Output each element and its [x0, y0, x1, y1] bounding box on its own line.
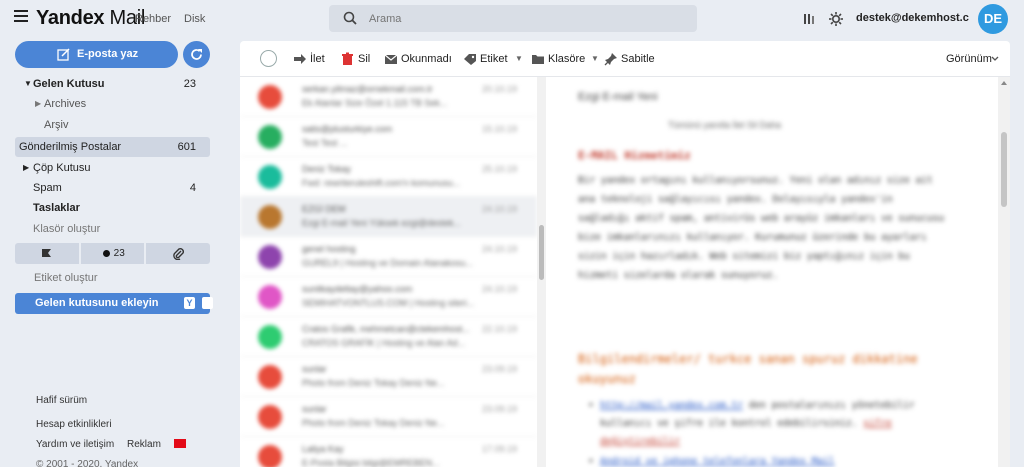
outlook-icon — [202, 297, 213, 309]
gear-icon[interactable] — [828, 11, 844, 27]
chevron-down-icon: ▼ — [515, 54, 523, 63]
sender-avatar — [258, 285, 282, 309]
ads-link[interactable]: Reklam — [127, 439, 161, 450]
nav-disk-link[interactable]: Disk — [184, 13, 205, 25]
flag-icon — [42, 249, 51, 257]
pin-icon — [604, 53, 617, 66]
apps-icon[interactable] — [801, 11, 817, 27]
help-link[interactable]: Yardım ve iletişim — [36, 439, 114, 450]
message-reader: Ezgi E-mail Yeni Tümünü yanıtla İlet Sil… — [558, 77, 998, 467]
chevron-down-icon — [991, 56, 999, 61]
compose-button[interactable]: E-posta yaz — [15, 41, 178, 68]
message-row[interactable]: genel hosting GUREL9 | Hosting ve Domain… — [240, 237, 537, 277]
folder-icon — [532, 55, 544, 64]
message-list: serkan.yilmaz@ornekmail.com.tr Ek Alanla… — [240, 77, 537, 467]
folder-drafts[interactable]: Taslaklar — [15, 198, 210, 218]
mail-toolbar: İlet Sil Okunmadı Etiket ▼ Klasöre ▼ Sab… — [240, 41, 1010, 77]
filter-attachments-button[interactable] — [146, 243, 211, 264]
message-list-item: • Android ve iphone telefonlara Yandex M… — [588, 456, 835, 467]
message-list-item: • http://mail.yandex.com.tr den postalar… — [588, 400, 915, 447]
chevron-down-icon: ▼ — [591, 54, 599, 63]
message-row[interactable]: sunlar Photo from Deniz Tokay Deniz Ne..… — [240, 357, 537, 397]
message-actions[interactable]: Tümünü yanıtla İlet Sil Daha — [668, 120, 781, 130]
account-activity-link[interactable]: Hesap etkinlikleri — [36, 419, 112, 430]
scroll-up-icon[interactable] — [1001, 81, 1007, 85]
nav-contacts-link[interactable]: Rehber — [135, 13, 171, 25]
webmail-link[interactable]: http://mail.yandex.com.tr — [600, 400, 743, 411]
compose-label: E-posta yaz — [77, 48, 139, 60]
filter-unread-button[interactable]: 23 — [80, 243, 145, 264]
folder-sent[interactable]: Gönderilmiş Postalar 601 — [15, 137, 210, 157]
folder-trash[interactable]: ▶ Çöp Kutusu — [15, 158, 210, 178]
refresh-button[interactable] — [183, 41, 210, 68]
scrollbar-thumb[interactable] — [539, 225, 544, 280]
envelope-icon — [384, 54, 398, 64]
sender-avatar — [258, 245, 282, 269]
copyright: © 2001 - 2020, Yandex — [36, 459, 139, 467]
collapse-arrow-icon[interactable]: ▼ — [24, 79, 32, 88]
create-folder-link[interactable]: Klasör oluştur — [15, 219, 210, 239]
compose-icon — [57, 48, 70, 61]
user-email[interactable]: destek@dekemhost.c — [856, 12, 969, 24]
folder-spam[interactable]: Spam 4 — [15, 178, 210, 198]
message-paragraph: Bir yandex ortagını kullanıyorsunuz. Yen… — [578, 175, 945, 281]
mobile-apps-link[interactable]: Android ve iphone telefonlara Yandex Mai… — [600, 456, 835, 467]
message-row-selected[interactable]: EZGİ DEM Ezgi E-mail Yeni Yüksek ezgi@de… — [240, 197, 537, 237]
expand-arrow-icon[interactable]: ▶ — [23, 163, 29, 172]
message-row[interactable]: satis@plusturkiye.com Test Test ... 15.1… — [240, 117, 537, 157]
yandex-icon: Y — [184, 297, 195, 309]
mail-panel: İlet Sil Okunmadı Etiket ▼ Klasöre ▼ Sab… — [240, 41, 1010, 467]
filter-important-button[interactable] — [15, 243, 79, 264]
reader-scrollbar[interactable] — [998, 77, 1010, 467]
message-row[interactable]: sunlar Photo from Deniz Tokay Deniz Ne..… — [240, 397, 537, 437]
turkey-flag-icon[interactable] — [174, 439, 186, 448]
light-version-link[interactable]: Hafif sürüm — [36, 395, 87, 406]
unread-dot-icon — [102, 250, 110, 257]
folder-archive[interactable]: Arşiv — [15, 115, 210, 135]
sender-avatar — [258, 405, 282, 429]
forward-arrow-icon — [294, 54, 306, 64]
message-row[interactable]: sunitkaydeltay@yahoo.com SEMIHATVONTLUS.… — [240, 277, 537, 317]
search-box[interactable] — [329, 5, 697, 32]
search-input[interactable] — [369, 9, 679, 29]
message-row[interactable]: Laliya Kay E-Posta Bilgisi bilgi@EMREBEN… — [240, 437, 537, 467]
message-list-scrollbar[interactable] — [537, 77, 546, 467]
sender-avatar — [258, 325, 282, 349]
message-subject: Ezgi E-mail Yeni — [578, 91, 658, 103]
message-row[interactable]: Cratos Grafik, mehmetcan@ctekemhost... C… — [240, 317, 537, 357]
create-label-link[interactable]: Etiket oluştur — [34, 272, 98, 284]
message-heading: E-MAIL Hizmetimiz — [578, 149, 691, 162]
refresh-icon — [191, 49, 202, 60]
menu-icon[interactable] — [14, 10, 28, 22]
select-all-checkbox[interactable] — [260, 50, 277, 67]
message-subheading: Bilgilendirmeler/ turkce sanan spuruz di… — [578, 352, 918, 386]
search-icon — [343, 11, 357, 25]
sender-avatar — [258, 365, 282, 389]
sender-avatar — [258, 445, 282, 467]
add-inbox-button[interactable]: Gelen kutusunu ekleyin Y — [15, 293, 213, 314]
folder-archives[interactable]: ▶ Archives — [15, 94, 210, 114]
sender-avatar — [258, 205, 282, 229]
quick-filter-bar: 23 — [15, 243, 211, 264]
unread-count: 23 — [113, 248, 125, 259]
message-row[interactable]: serkan.yilmaz@ornekmail.com.tr Ek Alanla… — [240, 77, 537, 117]
paperclip-icon — [173, 248, 185, 260]
expand-arrow-icon[interactable]: ▶ — [35, 99, 41, 108]
sender-avatar — [258, 165, 282, 189]
sender-avatar — [258, 125, 282, 149]
folder-inbox[interactable]: ▼ Gelen Kutusu 23 — [15, 74, 210, 94]
yandex-mail-logo[interactable]: Yandex Mail — [36, 7, 145, 30]
top-header: Yandex Mail Rehber Disk destek@dekemhost… — [0, 0, 1024, 38]
trash-icon — [342, 52, 353, 65]
tag-icon — [464, 54, 476, 65]
message-row[interactable]: Deniz Tokay Fwd: rewriteruleshift.com'n … — [240, 157, 537, 197]
avatar[interactable]: DE — [978, 4, 1008, 34]
sender-avatar — [258, 85, 282, 109]
scrollbar-thumb[interactable] — [1001, 132, 1007, 207]
